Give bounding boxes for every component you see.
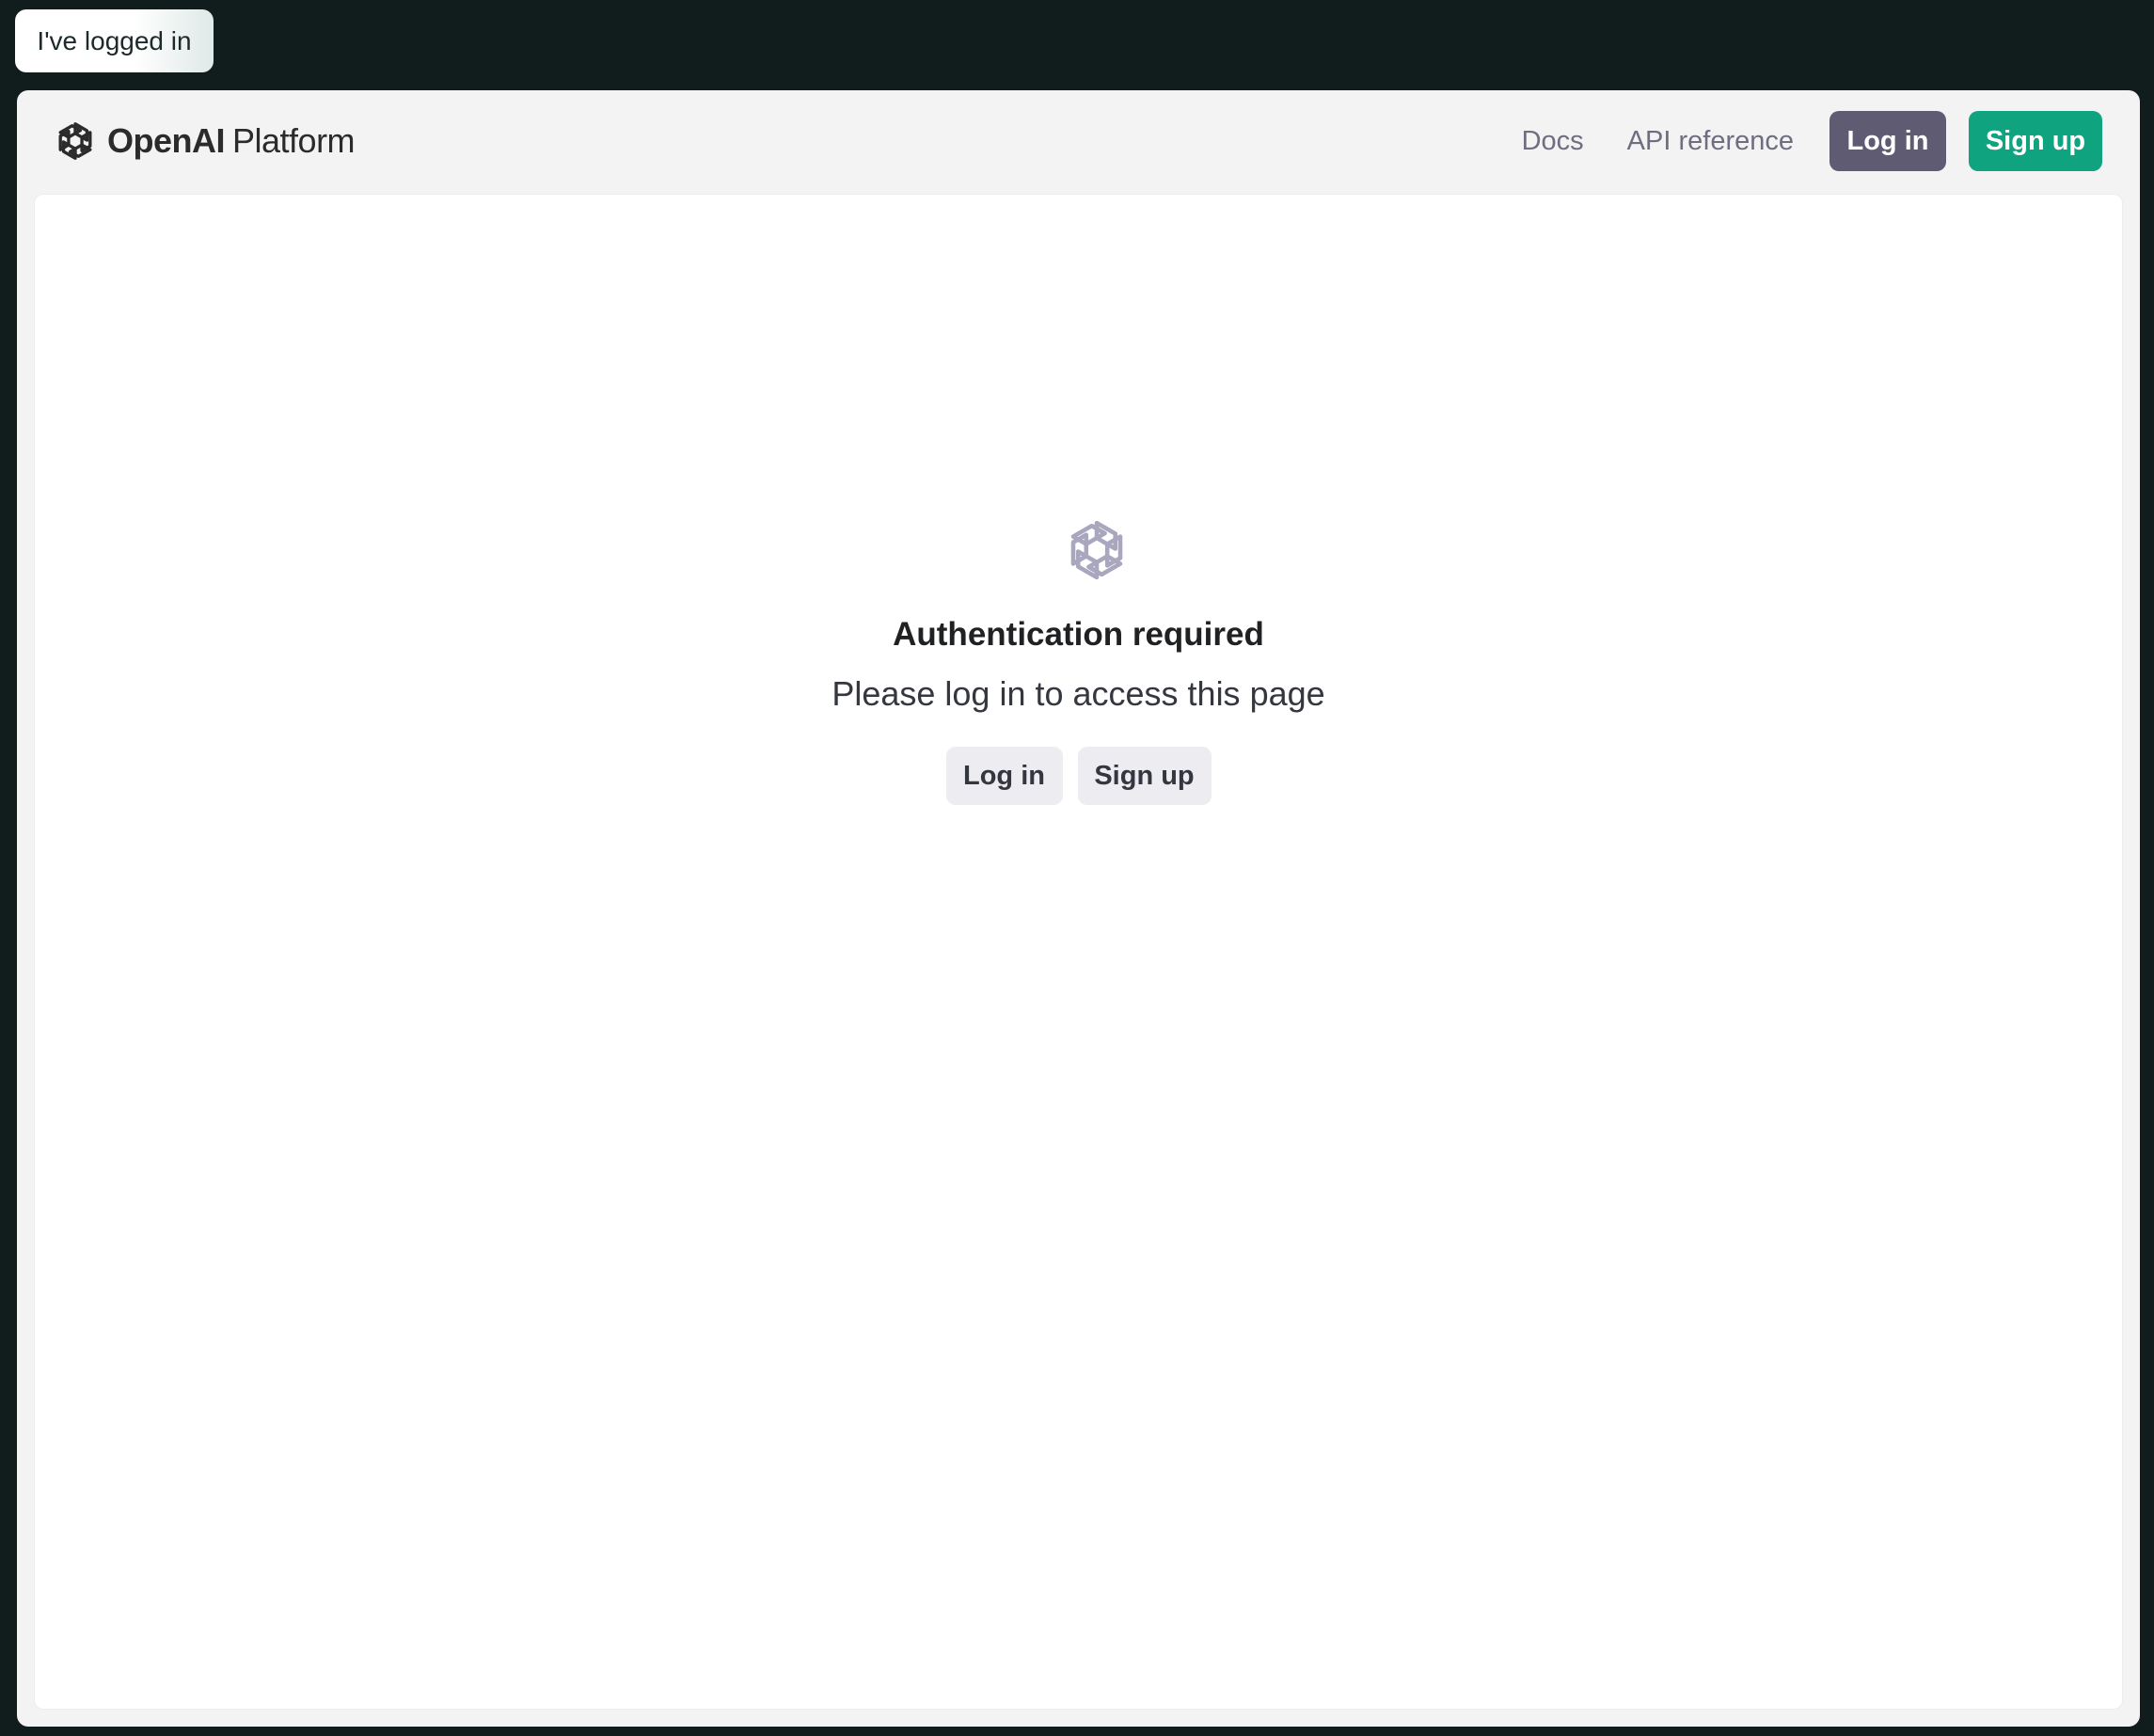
auth-signup-button[interactable]: Sign up — [1077, 747, 1212, 805]
header-login-button[interactable]: Log in — [1829, 111, 1946, 171]
auth-login-button[interactable]: Log in — [945, 747, 1063, 805]
header: OpenAI Platform Docs API reference Log in… — [17, 90, 2140, 194]
nav-link-api-reference[interactable]: API reference — [1627, 126, 1794, 157]
nav-link-docs[interactable]: Docs — [1522, 126, 1584, 157]
header-signup-button[interactable]: Sign up — [1969, 111, 2102, 171]
brand-text: OpenAI Platform — [107, 121, 356, 161]
auth-subtitle: Please log in to access this page — [832, 674, 1325, 713]
ive-logged-in-button[interactable]: I've logged in — [15, 9, 214, 72]
main-content: Authentication required Please log in to… — [34, 194, 2123, 1710]
openai-logo-icon — [58, 122, 92, 160]
top-bar: I've logged in — [0, 0, 2154, 90]
brand[interactable]: OpenAI Platform — [53, 117, 356, 166]
nav-links: Docs API reference Log in Sign up — [1522, 111, 2102, 171]
openai-logo-icon — [1070, 520, 1123, 580]
brand-name: OpenAI — [107, 121, 226, 160]
browser-frame: OpenAI Platform Docs API reference Log in… — [17, 90, 2140, 1727]
auth-actions: Log in Sign up — [35, 747, 2122, 805]
brand-suffix: Platform — [232, 121, 356, 160]
auth-title: Authentication required — [893, 616, 1264, 653]
